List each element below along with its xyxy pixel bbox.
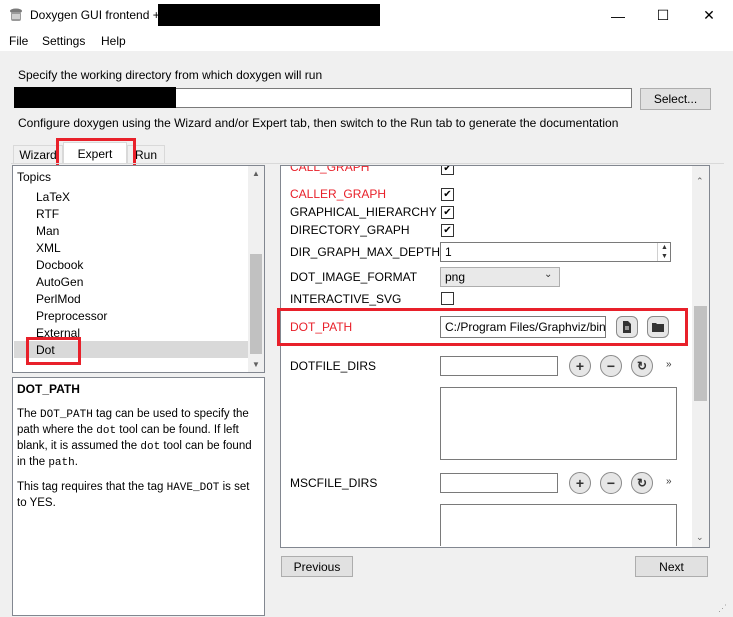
- interactive-svg-checkbox[interactable]: [441, 292, 454, 305]
- topic-item-preprocessor[interactable]: Preprocessor: [36, 309, 107, 323]
- expand-icon[interactable]: »: [666, 359, 672, 370]
- remove-icon[interactable]: −: [600, 355, 622, 377]
- help-code-dot: dot: [140, 441, 161, 453]
- topics-header: Topics: [17, 170, 52, 184]
- directory-graph-checkbox[interactable]: ✔: [441, 224, 454, 237]
- options-scrollbar[interactable]: ⌃ ⌄: [692, 166, 709, 547]
- redacted-title-block: [158, 4, 380, 26]
- scroll-down-arrow-icon[interactable]: ▼: [252, 360, 260, 369]
- dot-topic-highlight: [26, 337, 81, 365]
- spin-up-icon[interactable]: ▲: [658, 243, 671, 252]
- dot-image-format-select[interactable]: png: [440, 267, 560, 287]
- option-mscfile-dirs: MSCFILE_DIRS: [290, 476, 378, 490]
- spin-down-icon[interactable]: ▼: [658, 252, 671, 261]
- select-button[interactable]: Select...: [640, 88, 711, 110]
- clipped-row: CALL_GRAPH ✔: [281, 166, 691, 175]
- dot-path-highlight: [277, 308, 688, 346]
- topic-item-latex[interactable]: LaTeX: [36, 190, 70, 204]
- remove-icon[interactable]: −: [600, 472, 622, 494]
- menu-help[interactable]: Help: [101, 34, 126, 48]
- option-dotfile-dirs: DOTFILE_DIRS: [290, 359, 377, 373]
- dot-image-format-value: png: [445, 270, 466, 284]
- checkmark-icon: ✔: [443, 224, 452, 236]
- add-icon[interactable]: +: [569, 355, 591, 377]
- scroll-down-arrow-icon[interactable]: ⌄: [696, 532, 704, 543]
- help-paragraph-1: The DOT_PATH tag can be used to specify …: [17, 407, 260, 471]
- help-text: The: [17, 408, 41, 420]
- option-dot-image-format: DOT_IMAGE_FORMAT: [290, 270, 418, 284]
- tab-divider: [11, 163, 724, 164]
- help-code-dot: dot: [96, 425, 117, 437]
- option-caller-graph: CALLER_GRAPH: [290, 187, 387, 201]
- mscfile-dirs-input[interactable]: [440, 473, 558, 493]
- previous-button[interactable]: Previous: [281, 556, 353, 577]
- resize-grip-icon[interactable]: ⋰: [718, 603, 727, 614]
- redacted-workdir-block: [14, 87, 176, 108]
- dotfile-dirs-list[interactable]: [440, 387, 677, 460]
- option-directory-graph: DIRECTORY_GRAPH: [290, 223, 410, 237]
- help-code-have-dot: HAVE_DOT: [166, 482, 220, 494]
- option-interactive-svg: INTERACTIVE_SVG: [290, 292, 402, 306]
- graphical-hierarchy-checkbox[interactable]: ✔: [441, 206, 454, 219]
- help-text: This tag requires that the tag: [17, 481, 167, 493]
- chevron-down-icon[interactable]: ⌄: [544, 269, 552, 280]
- checkmark-icon: ✔: [443, 188, 452, 200]
- scroll-up-arrow-icon[interactable]: ⌃: [696, 176, 704, 187]
- add-icon[interactable]: +: [569, 472, 591, 494]
- menu-settings[interactable]: Settings: [42, 34, 85, 48]
- checkmark-icon: ✔: [443, 166, 452, 174]
- doxygen-app-icon: [10, 8, 22, 21]
- topics-scroll-thumb[interactable]: [250, 254, 262, 354]
- next-button[interactable]: Next: [635, 556, 708, 577]
- maximize-button[interactable]: ☐: [640, 0, 686, 31]
- help-code-path: path: [48, 457, 75, 469]
- topics-scrollbar[interactable]: ▲ ▼: [248, 166, 264, 372]
- topic-item-man[interactable]: Man: [36, 224, 59, 238]
- dir-graph-max-depth-value: 1: [445, 245, 452, 259]
- option-call-graph: CALL_GRAPH: [290, 166, 370, 174]
- help-code-dot-path: DOT_PATH: [40, 409, 93, 421]
- help-paragraph-2: This tag requires that the tag HAVE_DOT …: [17, 480, 260, 511]
- caller-graph-checkbox[interactable]: ✔: [441, 188, 454, 201]
- options-scroll-thumb[interactable]: [694, 306, 707, 401]
- topic-item-perlmod[interactable]: PerlMod: [36, 292, 81, 306]
- minimize-button[interactable]: —: [595, 0, 641, 31]
- window-title: Doxygen GUI frontend +: [30, 8, 160, 22]
- option-dir-graph-max-depth: DIR_GRAPH_MAX_DEPTH: [290, 245, 441, 259]
- workdir-label: Specify the working directory from which…: [18, 68, 323, 82]
- workdir-info: Configure doxygen using the Wizard and/o…: [18, 116, 619, 130]
- topic-item-docbook[interactable]: Docbook: [36, 258, 83, 272]
- option-graphical-hierarchy: GRAPHICAL_HIERARCHY: [290, 205, 437, 219]
- dotfile-dirs-input[interactable]: [440, 356, 558, 376]
- scroll-up-arrow-icon[interactable]: ▲: [252, 169, 260, 178]
- refresh-icon[interactable]: ↻: [631, 355, 653, 377]
- mscfile-dirs-list[interactable]: [440, 504, 677, 546]
- expand-icon[interactable]: »: [666, 476, 672, 487]
- checkmark-icon: ✔: [443, 206, 452, 218]
- refresh-icon[interactable]: ↻: [631, 472, 653, 494]
- dir-graph-max-depth-spinbox[interactable]: 1: [440, 242, 671, 262]
- topic-item-rtf[interactable]: RTF: [36, 207, 59, 221]
- menu-file[interactable]: File: [9, 34, 28, 48]
- call-graph-checkbox[interactable]: ✔: [441, 166, 454, 175]
- topic-item-xml[interactable]: XML: [36, 241, 61, 255]
- help-text: .: [74, 456, 78, 468]
- spin-arrows[interactable]: ▲ ▼: [657, 243, 671, 261]
- help-title: DOT_PATH: [17, 382, 80, 396]
- close-button[interactable]: ✕: [686, 0, 732, 31]
- topic-item-autogen[interactable]: AutoGen: [36, 275, 83, 289]
